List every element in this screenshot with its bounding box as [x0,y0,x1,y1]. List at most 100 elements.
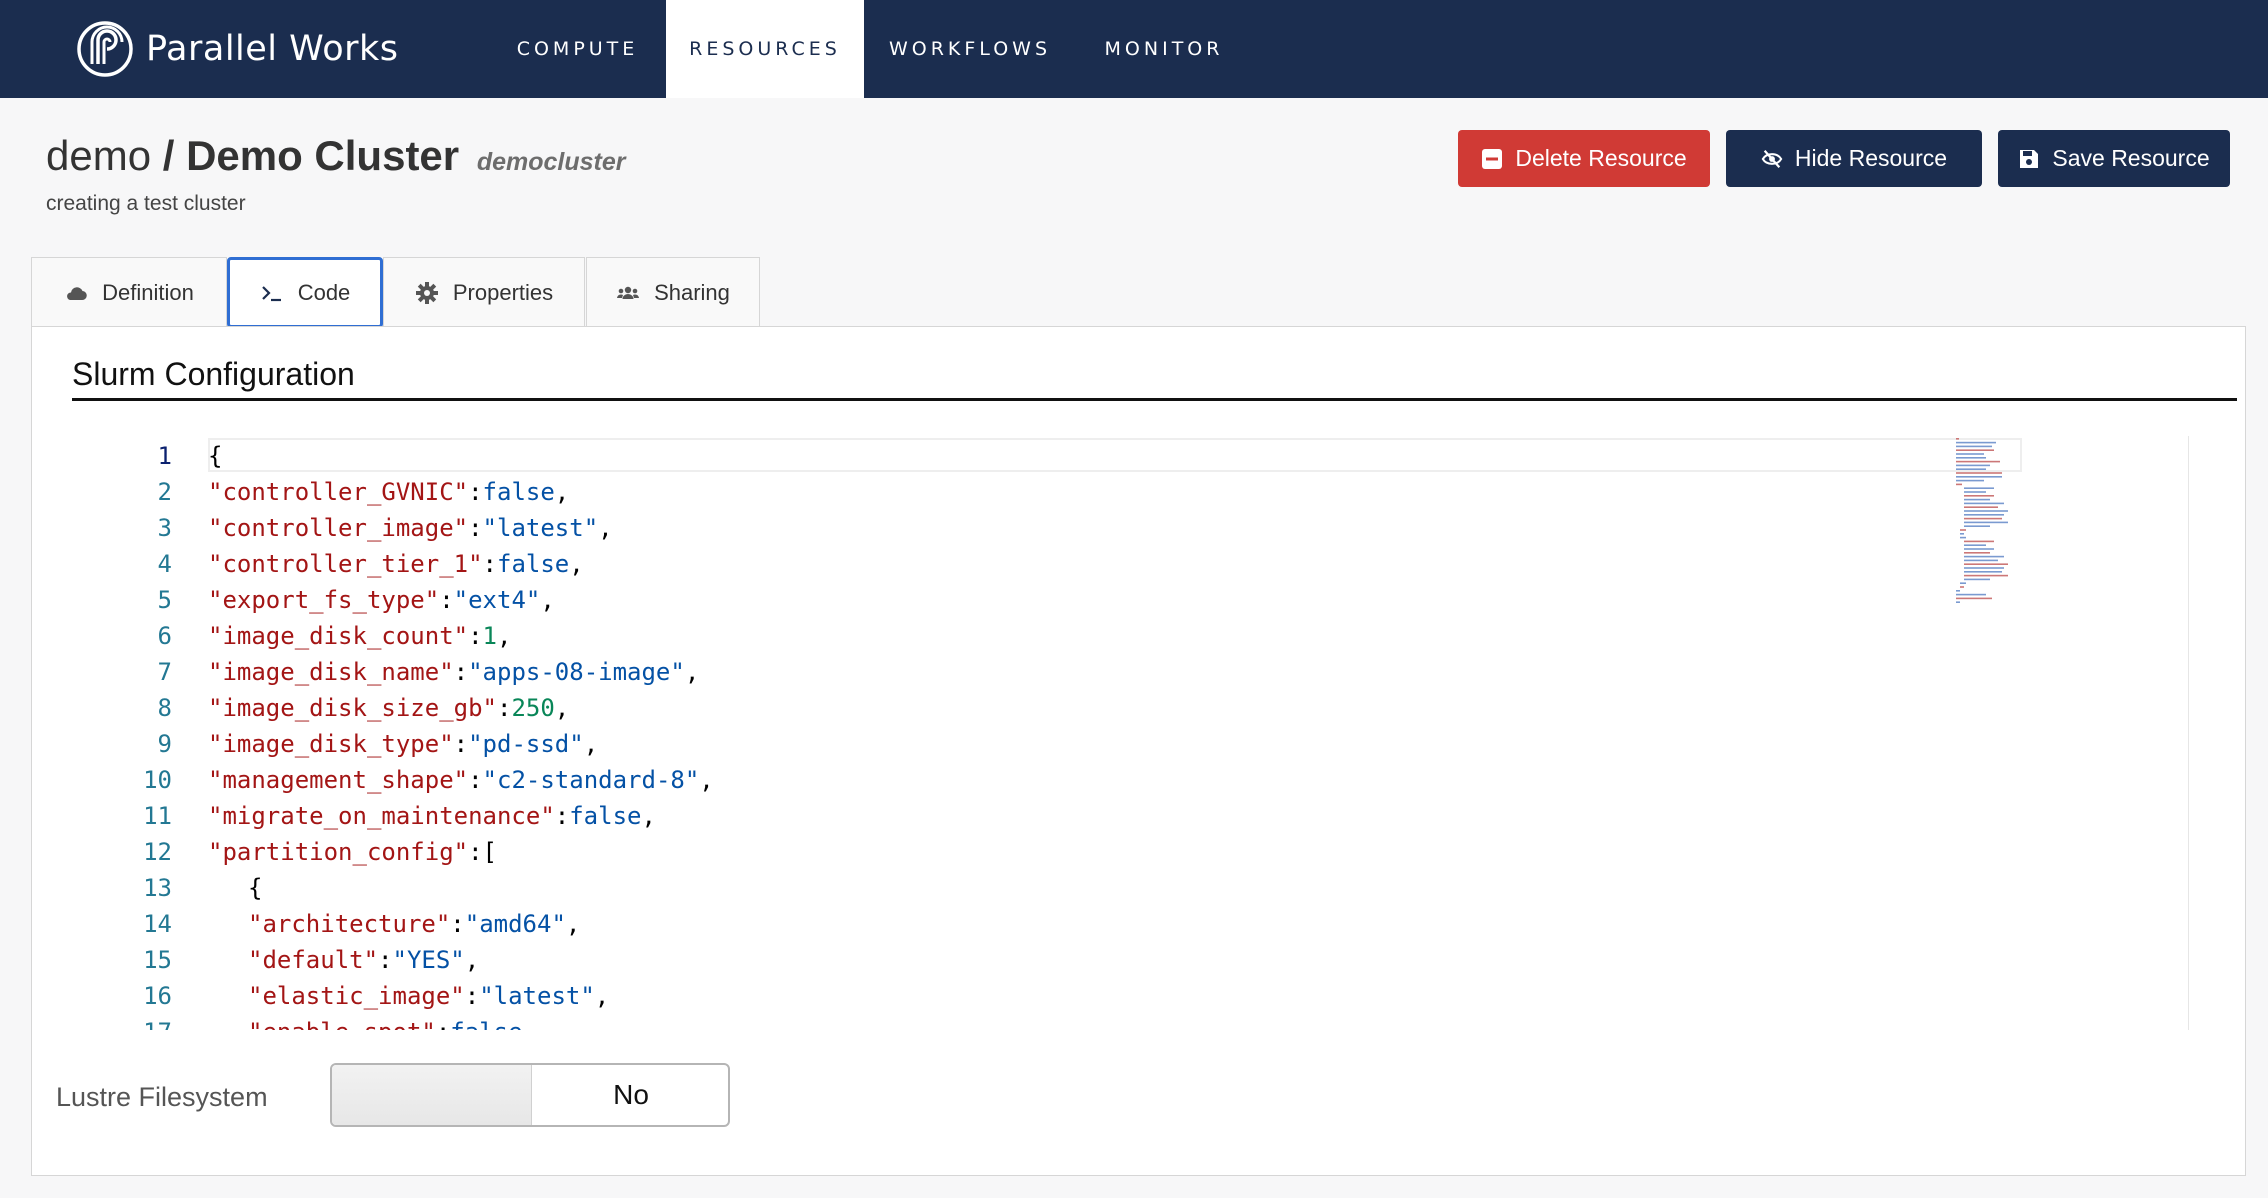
code-token: false [450,1018,522,1030]
code-token: , [699,766,714,794]
code-line[interactable]: "controller_GVNIC":false, [208,474,569,510]
brand-logo[interactable]: Parallel Works [76,19,399,79]
code-token: , [598,514,613,542]
minimap-line [1964,567,2004,569]
code-token: "image_disk_type" [208,730,454,758]
hide-resource-button[interactable]: Hide Resource [1726,130,1982,187]
code-line[interactable]: "controller_image":"latest", [208,510,613,546]
line-number: 5 [157,586,172,614]
line-number: 8 [157,694,172,722]
line-number: 3 [157,514,172,542]
tab-code-label: Code [297,279,351,305]
code-token: "controller_tier_1" [208,550,483,578]
tab-code[interactable]: Code [227,257,383,328]
eye-slash-icon [1761,149,1783,168]
code-line[interactable]: "management_shape":"c2-standard-8", [208,762,714,798]
resource-slug: democluster [476,148,626,176]
minimap-line [1964,559,1998,562]
minimap-line [1956,453,1984,455]
code-token: "architecture" [248,910,451,938]
code-line[interactable]: "elastic_image":"latest", [248,978,609,1014]
save-resource-label: Save Resource [2052,145,2210,171]
section-title: Slurm Configuration [72,356,355,392]
tab-definition[interactable]: Definition [31,257,227,327]
line-number: 12 [143,838,172,866]
code-token: false [482,478,555,506]
line-number: 17 [143,1014,172,1030]
editor-scrollbar[interactable] [2188,436,2189,1030]
code-token: 1 [482,622,497,650]
tab-properties[interactable]: Properties [383,257,585,327]
code-token: : [468,622,483,650]
code-token: false [569,802,642,830]
code-line[interactable]: "controller_tier_1":false, [208,546,584,582]
code-token: 250 [511,694,555,722]
code-lines[interactable]: {"controller_GVNIC":false, "controller_im… [208,436,2028,1030]
code-line[interactable]: { [208,438,222,474]
line-number-gutter: 1234567891011121314151617 [72,436,172,1030]
code-token: false [497,550,570,578]
line-number: 7 [157,658,172,686]
parallel-works-logo-icon [77,21,133,77]
nav-compute[interactable]: COMPUTE [480,0,675,98]
minimap-line [1964,563,2008,565]
minimap-line [1964,571,2002,573]
resource-name: Demo Cluster [186,132,460,179]
minimap-line [1964,506,1998,508]
minimap-line [1956,449,1994,451]
code-line[interactable]: { [248,870,262,906]
minimap-line [1956,483,1962,486]
minimap-line [1960,533,1964,535]
code-token: , [684,658,700,686]
code-minimap[interactable] [1954,436,2034,616]
nav-resources[interactable]: RESOURCES [666,0,864,98]
code-line[interactable]: "image_disk_name":"apps-08-image", [208,654,699,690]
code-line[interactable]: "image_disk_size_gb":250, [208,690,569,726]
line-number: 4 [157,550,172,578]
minimap-line [1964,548,1994,550]
code-line[interactable]: "migrate_on_maintenance":false, [208,798,656,834]
line-number: 14 [143,910,172,938]
code-line[interactable]: "partition_config":[ [208,834,497,870]
minimap-line [1964,552,1990,554]
minimap-line [1964,498,1990,501]
toggle-knob[interactable] [332,1065,532,1125]
minimap-line [1956,590,1960,592]
code-token: "elastic_image" [248,982,465,1010]
code-editor[interactable]: 1234567891011121314151617 {"controller_G… [72,436,2194,1030]
code-line[interactable]: "image_disk_count":1, [208,618,511,654]
code-line[interactable]: "enable_spot":false [248,1014,523,1030]
code-line[interactable]: "export_fs_type":"ext4", [208,582,555,618]
minimap-line [1956,593,1986,596]
tab-sharing[interactable]: Sharing [586,257,760,327]
nav-workflows[interactable]: WORKFLOWS [864,0,1076,98]
save-resource-button[interactable]: Save Resource [1998,130,2230,187]
code-token: { [248,874,263,902]
code-line[interactable]: "default":"YES", [248,942,479,978]
code-token: "default" [248,946,379,974]
code-token: "image_disk_size_gb" [208,694,497,722]
minimap-line [1956,464,1990,467]
floppy-disk-icon [2020,149,2039,168]
minimap-line [1964,487,1994,489]
code-token: : [453,730,469,758]
minimap-line [1956,441,1996,444]
lustre-filesystem-toggle[interactable]: No [330,1063,730,1127]
code-token: , [565,910,581,938]
minimap-line [1964,574,2008,577]
code-line[interactable]: "image_disk_type":"pd-ssd", [208,726,598,762]
hide-resource-label: Hide Resource [1794,145,1948,171]
delete-resource-button[interactable]: Delete Resource [1458,130,1710,187]
code-token: "migrate_on_maintenance" [208,802,555,830]
minimap-line [1964,502,2004,505]
title-separator: / [162,132,175,179]
code-token: "image_disk_name" [208,658,454,686]
nav-monitor[interactable]: MONITOR [1076,0,1252,98]
code-token: "enable_spot" [248,1018,436,1030]
minimap-line [1956,597,1992,600]
minimap-line [1956,472,2002,474]
code-token: : [453,658,469,686]
code-line[interactable]: "architecture":"amd64", [248,906,580,942]
minimap-line [1956,460,2000,463]
line-number: 9 [157,730,172,758]
